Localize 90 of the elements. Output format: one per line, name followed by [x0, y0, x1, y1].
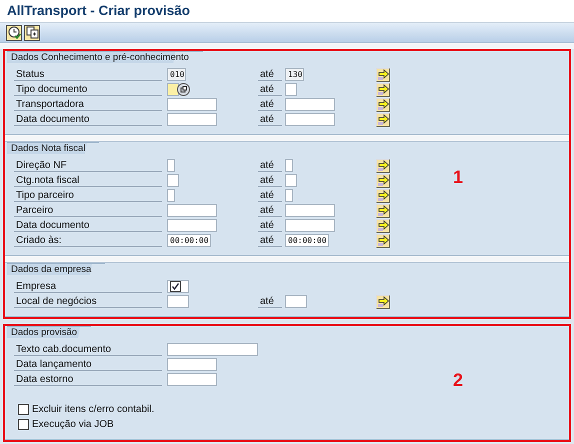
field-label: Data estorno	[14, 373, 162, 386]
input-field[interactable]	[285, 159, 293, 172]
execute-button[interactable]	[6, 24, 22, 40]
multiple-selection-button[interactable]	[376, 68, 390, 82]
multiple-selection-button[interactable]	[376, 112, 390, 126]
multiple-selection-button[interactable]	[376, 204, 390, 218]
input-field[interactable]	[167, 98, 217, 111]
input-field[interactable]	[167, 189, 175, 202]
window-title: AllTransport - Criar provisão	[0, 0, 574, 23]
arrow-icon	[378, 84, 388, 95]
input-field[interactable]	[285, 113, 335, 126]
input-field[interactable]: 010	[167, 68, 186, 81]
group-title: Dados da empresa	[7, 263, 106, 275]
range-label: até	[258, 234, 282, 247]
range-label: até	[258, 189, 282, 202]
multiple-selection-button[interactable]	[376, 98, 390, 112]
field-label: Status	[14, 68, 162, 81]
field-label: Empresa	[14, 280, 162, 293]
field-label: Data documento	[14, 113, 162, 126]
input-field[interactable]	[167, 174, 179, 187]
multiple-selection-button[interactable]	[376, 188, 390, 202]
checkbox-label: Execução via JOB	[32, 419, 114, 430]
range-label: até	[258, 204, 282, 217]
input-field[interactable]	[167, 295, 189, 308]
input-field[interactable]	[167, 83, 179, 96]
field-label: Criado às:	[14, 234, 162, 247]
checkbox[interactable]	[18, 404, 29, 415]
input-field[interactable]	[285, 98, 335, 111]
range-label: até	[258, 83, 282, 96]
arrow-icon	[378, 175, 388, 186]
input-field[interactable]	[285, 219, 335, 232]
input-field[interactable]	[167, 204, 217, 217]
arrow-icon	[378, 220, 388, 231]
arrow-icon	[378, 114, 388, 125]
range-label: até	[258, 98, 282, 111]
multiple-selection-button[interactable]	[376, 174, 390, 188]
clock-check-icon	[8, 26, 20, 39]
checkbox-label: Excluir itens c/erro contabil.	[32, 404, 154, 415]
input-field[interactable]	[167, 113, 217, 126]
multiple-selection-button[interactable]	[376, 294, 390, 308]
search-help-icon[interactable]	[177, 83, 190, 96]
field-label: Tipo documento	[14, 83, 162, 96]
group-title: Dados Nota fiscal	[7, 142, 100, 154]
input-field[interactable]	[285, 83, 297, 96]
input-field[interactable]: 00:00:00	[167, 234, 211, 247]
annotation-number: 1	[453, 167, 464, 188]
multiple-selection-button[interactable]	[376, 82, 390, 96]
input-field[interactable]	[285, 295, 307, 308]
documents-icon	[26, 26, 38, 39]
input-field[interactable]	[167, 343, 258, 356]
annotation-number: 2	[453, 370, 464, 391]
multiple-selection-button[interactable]	[376, 218, 390, 232]
arrow-icon	[378, 69, 388, 80]
input-field[interactable]	[167, 373, 217, 386]
range-label: até	[258, 219, 282, 232]
arrow-icon	[378, 296, 388, 307]
arrow-icon	[378, 205, 388, 216]
input-field[interactable]	[285, 174, 297, 187]
field-label: Texto cab.documento	[14, 343, 162, 356]
checkbox[interactable]	[18, 419, 29, 430]
range-label: até	[258, 295, 282, 308]
input-field[interactable]: 130	[285, 68, 304, 81]
arrow-icon	[378, 235, 388, 246]
field-label: Ctg.nota fiscal	[14, 174, 162, 187]
arrow-icon	[378, 160, 388, 171]
range-label: até	[258, 113, 282, 126]
range-label: até	[258, 68, 282, 81]
arrow-icon	[378, 190, 388, 201]
field-label: Local de negócios	[14, 295, 162, 308]
variant-button[interactable]	[24, 24, 40, 40]
group-title: Dados provisão	[7, 326, 92, 338]
field-label: Parceiro	[14, 204, 162, 217]
range-label: até	[258, 159, 282, 172]
input-field[interactable]	[167, 219, 217, 232]
input-field[interactable]: 00:00:00	[285, 234, 329, 247]
checkbox[interactable]	[170, 281, 181, 292]
field-label: Direção NF	[14, 159, 162, 172]
multiple-selection-button[interactable]	[376, 158, 390, 172]
range-label: até	[258, 174, 282, 187]
multiple-selection-button[interactable]	[376, 234, 390, 248]
field-label: Transportadora	[14, 98, 162, 111]
input-field[interactable]	[285, 204, 335, 217]
input-field[interactable]	[167, 159, 175, 172]
field-label: Data lançamento	[14, 358, 162, 371]
group-title: Dados Conhecimento e pré-conhecimento	[7, 51, 203, 63]
input-field[interactable]	[285, 189, 293, 202]
arrow-icon	[378, 99, 388, 110]
field-label: Tipo parceiro	[14, 189, 162, 202]
field-label: Data documento	[14, 219, 162, 232]
input-field[interactable]	[167, 358, 217, 371]
